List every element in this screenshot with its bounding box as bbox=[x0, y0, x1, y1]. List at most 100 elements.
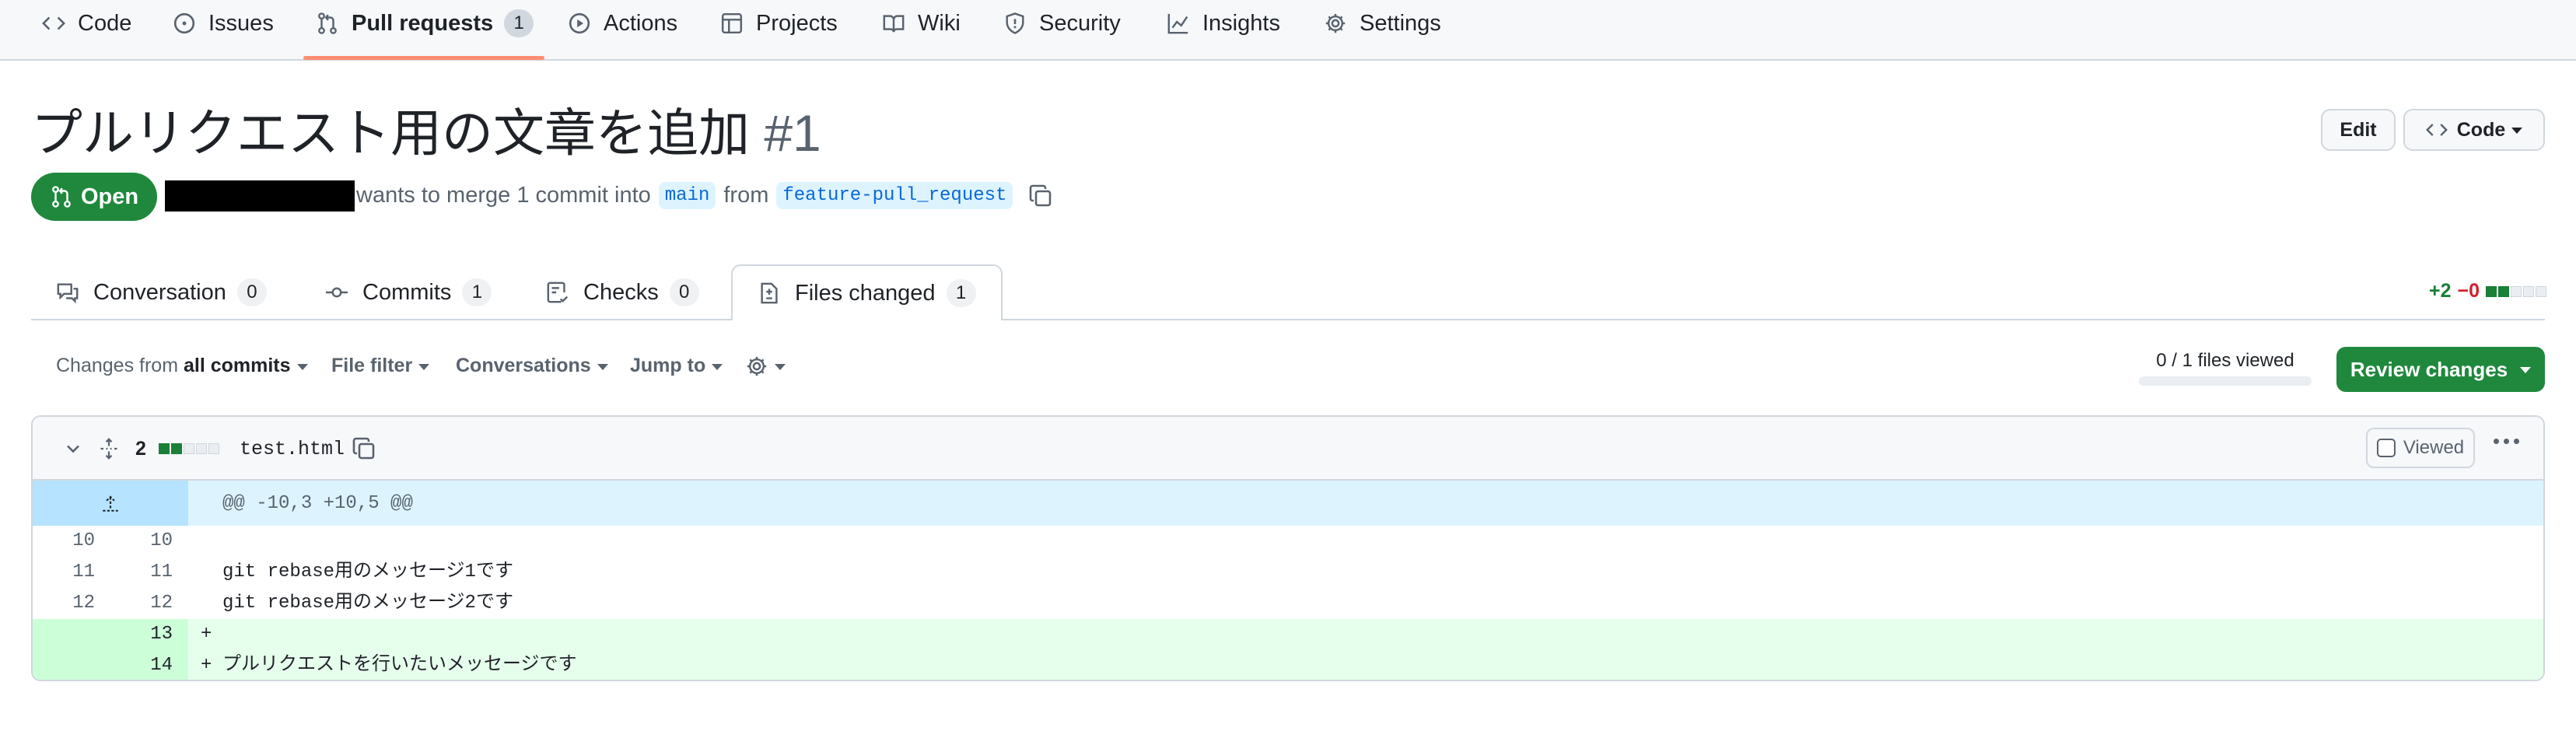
nav-security-label: Security bbox=[1039, 10, 1121, 36]
edit-button[interactable]: Edit bbox=[2321, 109, 2396, 151]
edit-button-label: Edit bbox=[2340, 118, 2377, 141]
graph-icon bbox=[1167, 13, 1188, 34]
diffstat-block bbox=[2486, 285, 2497, 297]
merge-text: wants to merge 1 commit into bbox=[356, 183, 651, 208]
head-branch[interactable]: feature-pull_request bbox=[776, 182, 1013, 209]
issue-icon bbox=[173, 12, 195, 34]
nav-issues[interactable]: Issues bbox=[173, 0, 274, 47]
diffstat: +2 −0 bbox=[2429, 280, 2546, 303]
old-line-number[interactable]: 12 bbox=[33, 588, 95, 619]
nav-pull-requests-label: Pull requests bbox=[352, 10, 494, 36]
diff-settings-dropdown[interactable] bbox=[745, 355, 786, 378]
unfold-icon bbox=[100, 438, 117, 460]
tab-commits-label: Commits bbox=[362, 279, 452, 305]
code-icon bbox=[2425, 124, 2448, 136]
copy-path-button[interactable] bbox=[352, 417, 376, 481]
file-diff: 2 test.html Viewed @@ -10,3 +10,5 @@ 10 bbox=[31, 415, 2545, 681]
pr-number: #1 bbox=[764, 104, 821, 162]
diffstat-blocks bbox=[2486, 285, 2546, 297]
nav-code-label: Code bbox=[78, 10, 132, 36]
nav-security[interactable]: Security bbox=[1003, 0, 1121, 47]
line-content: git rebase用のメッセージ2です bbox=[222, 593, 513, 614]
nav-pull-requests[interactable]: Pull requests 1 bbox=[316, 0, 534, 47]
chevron-down-icon bbox=[597, 363, 608, 370]
old-line-number[interactable]: 10 bbox=[33, 526, 95, 557]
new-line-number[interactable]: 10 bbox=[110, 526, 173, 557]
diffstat-deletions: −0 bbox=[2457, 280, 2480, 302]
tab-commits[interactable]: Commits 1 bbox=[325, 264, 492, 320]
collapse-toggle[interactable] bbox=[62, 417, 84, 481]
file-filter-dropdown[interactable]: File filter bbox=[331, 355, 430, 377]
old-line-number[interactable] bbox=[33, 619, 95, 650]
new-line-number[interactable]: 13 bbox=[110, 619, 173, 650]
conversations-label: Conversations bbox=[456, 355, 591, 376]
diffstat-block bbox=[2536, 285, 2546, 297]
expand-all-button[interactable] bbox=[98, 417, 120, 481]
chevron-down-icon bbox=[775, 364, 786, 370]
diffstat-block bbox=[159, 443, 170, 454]
new-line-number[interactable]: 14 bbox=[110, 650, 173, 680]
base-branch[interactable]: main bbox=[658, 182, 716, 209]
shield-icon bbox=[1006, 12, 1024, 34]
tab-files-changed[interactable]: Files changed 1 bbox=[731, 264, 1003, 320]
pull-request-icon bbox=[52, 186, 71, 208]
hunk-header: @@ -10,3 +10,5 @@ bbox=[33, 481, 2543, 526]
jump-to-dropdown[interactable]: Jump to bbox=[630, 355, 723, 377]
table-icon bbox=[721, 12, 743, 34]
tab-files-changed-label: Files changed bbox=[795, 280, 936, 306]
gear-icon bbox=[747, 356, 767, 376]
files-viewed-count: 0 / 1 files viewed bbox=[2156, 350, 2294, 371]
viewed-checkbox[interactable]: Viewed bbox=[2366, 428, 2475, 468]
chevron-down-icon bbox=[2520, 367, 2532, 373]
nav-projects[interactable]: Projects bbox=[720, 0, 838, 47]
file-diff-icon bbox=[761, 282, 778, 304]
diffstat-block bbox=[196, 443, 207, 454]
diffstat-additions: +2 bbox=[2428, 280, 2452, 302]
tab-conversation-label: Conversation bbox=[93, 279, 226, 305]
diff-line: 10 10 bbox=[33, 526, 2543, 557]
tab-checks[interactable]: Checks 0 bbox=[546, 264, 699, 320]
kebab-icon[interactable] bbox=[2494, 439, 2519, 444]
new-line-number[interactable]: 11 bbox=[110, 557, 173, 588]
nav-actions[interactable]: Actions bbox=[568, 0, 677, 47]
commit-icon bbox=[325, 287, 348, 298]
nav-settings-label: Settings bbox=[1360, 10, 1441, 36]
comment-icon bbox=[57, 283, 79, 304]
file-filter-label: File filter bbox=[331, 355, 413, 376]
line-content: プルリクエストを行いたいメッセージです bbox=[222, 655, 577, 676]
diffstat-block bbox=[171, 443, 182, 454]
conversations-dropdown[interactable]: Conversations bbox=[456, 355, 608, 377]
file-diffstat-blocks bbox=[159, 417, 219, 481]
pull-request-icon bbox=[318, 12, 337, 34]
diff-line: 12 12 git rebase用のメッセージ2です bbox=[33, 588, 2543, 619]
changes-from-dropdown[interactable]: Changes from all commits bbox=[56, 355, 308, 377]
jump-to-label: Jump to bbox=[630, 355, 706, 376]
nav-insights[interactable]: Insights bbox=[1167, 0, 1280, 47]
page-title: プルリクエスト用の文章を追加 #1 bbox=[31, 92, 821, 166]
diffstat-block bbox=[2511, 285, 2522, 297]
old-line-number[interactable]: 11 bbox=[33, 557, 95, 588]
code-button-label: Code bbox=[2456, 118, 2506, 141]
gear-icon bbox=[1325, 13, 1346, 33]
nav-code[interactable]: Code bbox=[42, 0, 131, 47]
copy-icon bbox=[352, 437, 375, 460]
code-dropdown-button[interactable]: Code bbox=[2403, 109, 2545, 151]
copy-icon[interactable] bbox=[1028, 184, 1053, 208]
added-marker: + bbox=[201, 655, 212, 676]
nav-wiki[interactable]: Wiki bbox=[882, 0, 961, 47]
expand-up-button[interactable] bbox=[33, 481, 188, 526]
old-line-number[interactable] bbox=[33, 650, 95, 680]
review-changes-button[interactable]: Review changes bbox=[2336, 347, 2545, 392]
code-icon bbox=[42, 16, 65, 30]
redacted-author bbox=[165, 180, 355, 212]
diffstat-block bbox=[2498, 285, 2509, 297]
diff-line: 11 11 git rebase用のメッセージ1です bbox=[33, 557, 2543, 588]
chevron-down-icon bbox=[2511, 128, 2523, 134]
hunk-header-text: @@ -10,3 +10,5 @@ bbox=[222, 492, 413, 514]
tab-conversation[interactable]: Conversation 0 bbox=[56, 264, 267, 320]
new-line-number[interactable]: 12 bbox=[110, 588, 173, 619]
nav-settings[interactable]: Settings bbox=[1324, 0, 1441, 47]
file-name[interactable]: test.html bbox=[240, 417, 345, 481]
pr-title: プルリクエスト用の文章を追加 bbox=[31, 104, 750, 162]
chevron-down-icon bbox=[67, 445, 79, 453]
